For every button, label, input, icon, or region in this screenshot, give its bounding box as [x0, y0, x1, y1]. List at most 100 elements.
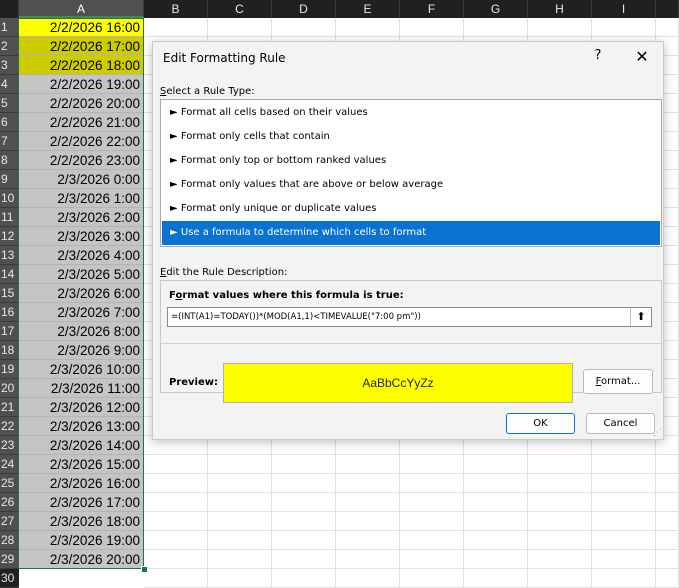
grid-cell[interactable]	[208, 455, 272, 474]
cell-a[interactable]: 2/3/2026 13:00	[19, 417, 143, 436]
cell-a[interactable]: 2/3/2026 7:00	[19, 303, 143, 322]
grid-cell[interactable]	[464, 550, 528, 569]
cell-a[interactable]: 2/2/2026 16:00	[19, 18, 143, 37]
formula-input[interactable]: =(INT(A1)=TODAY())*(MOD(A1,1)<TIMEVALUE(…	[167, 307, 652, 327]
row-header[interactable]: 10	[0, 189, 19, 208]
grid-cell[interactable]	[208, 531, 272, 550]
grid-cell[interactable]	[144, 531, 208, 550]
row-header[interactable]: 3	[0, 56, 19, 75]
grid-cell[interactable]	[528, 18, 592, 37]
grid-cell[interactable]	[400, 512, 464, 531]
row-header[interactable]: 11	[0, 208, 19, 227]
cell-a[interactable]: 2/3/2026 5:00	[19, 265, 143, 284]
cell-a[interactable]: 2/2/2026 19:00	[19, 75, 143, 94]
grid-cell[interactable]	[272, 512, 336, 531]
column-header-i[interactable]: I	[592, 0, 656, 18]
row-header[interactable]: 24	[0, 455, 19, 474]
cell-a[interactable]: 2/3/2026 16:00	[19, 474, 143, 493]
row-header[interactable]: 6	[0, 113, 19, 132]
cancel-button[interactable]: Cancel	[586, 413, 655, 434]
cell-a[interactable]: 2/3/2026 2:00	[19, 208, 143, 227]
grid-cell[interactable]	[336, 18, 400, 37]
grid-cell[interactable]	[528, 493, 592, 512]
grid-cell[interactable]	[144, 455, 208, 474]
grid-cell[interactable]	[208, 493, 272, 512]
grid-cell[interactable]	[144, 512, 208, 531]
grid-cell[interactable]	[144, 18, 208, 37]
cell-a[interactable]: 2/3/2026 11:00	[19, 379, 143, 398]
grid-cell[interactable]	[528, 512, 592, 531]
rule-type-list[interactable]: ► Format all cells based on their values…	[160, 99, 662, 247]
cell-a[interactable]: 2/2/2026 23:00	[19, 151, 143, 170]
grid-cell[interactable]	[144, 493, 208, 512]
grid-cell[interactable]	[272, 493, 336, 512]
grid-cell[interactable]	[528, 531, 592, 550]
grid-cell[interactable]	[208, 18, 272, 37]
column-header-h[interactable]: H	[528, 0, 592, 18]
ok-button[interactable]: OK	[506, 413, 575, 434]
row-header[interactable]: 26	[0, 493, 19, 512]
grid-cell[interactable]	[272, 18, 336, 37]
grid-cell[interactable]	[656, 493, 679, 512]
cell-a[interactable]: 2/3/2026 12:00	[19, 398, 143, 417]
grid-cell[interactable]	[272, 550, 336, 569]
grid-cell[interactable]	[464, 493, 528, 512]
grid-cell[interactable]	[208, 474, 272, 493]
grid-cell[interactable]	[336, 550, 400, 569]
row-header[interactable]: 23	[0, 436, 19, 455]
cell-a[interactable]: 2/3/2026 19:00	[19, 531, 143, 550]
rule-type-item[interactable]: ► Format all cells based on their values	[162, 101, 660, 125]
row-header[interactable]: 12	[0, 227, 19, 246]
grid-cell[interactable]	[272, 474, 336, 493]
grid-cell[interactable]	[528, 455, 592, 474]
grid-cell[interactable]	[336, 474, 400, 493]
grid-cell[interactable]	[528, 550, 592, 569]
cell-a[interactable]: 2/3/2026 4:00	[19, 246, 143, 265]
grid-cell[interactable]	[656, 455, 679, 474]
grid-cell[interactable]	[208, 550, 272, 569]
grid-cell[interactable]	[400, 550, 464, 569]
cell-a[interactable]: 2/2/2026 21:00	[19, 113, 143, 132]
close-icon[interactable]: ✕	[631, 47, 653, 67]
row-header[interactable]: 14	[0, 265, 19, 284]
format-button[interactable]: Format...	[583, 369, 653, 394]
grid-cell[interactable]	[592, 474, 656, 493]
column-header-g[interactable]: G	[464, 0, 528, 18]
grid-cell[interactable]	[144, 474, 208, 493]
row-header[interactable]: 13	[0, 246, 19, 265]
grid-cell[interactable]	[656, 531, 679, 550]
cell-a[interactable]: 2/3/2026 17:00	[19, 493, 143, 512]
grid-cell[interactable]	[400, 493, 464, 512]
column-header-f[interactable]: F	[400, 0, 464, 18]
grid-cell[interactable]	[400, 474, 464, 493]
grid-cell[interactable]	[592, 493, 656, 512]
cell-a[interactable]: 2/3/2026 1:00	[19, 189, 143, 208]
grid-cell[interactable]	[656, 474, 679, 493]
cell-a[interactable]: 2/3/2026 9:00	[19, 341, 143, 360]
resize-grip-icon[interactable]: ⋰	[653, 429, 662, 438]
rule-type-item[interactable]: ► Format only values that are above or b…	[162, 173, 660, 197]
collapse-dialog-icon[interactable]: ⬆	[630, 308, 651, 326]
cell-a[interactable]: 2/2/2026 20:00	[19, 94, 143, 113]
cell-a[interactable]: 2/3/2026 8:00	[19, 322, 143, 341]
grid-cell[interactable]	[656, 512, 679, 531]
grid-cell[interactable]	[592, 18, 656, 37]
row-header[interactable]: 21	[0, 398, 19, 417]
grid-cell[interactable]	[656, 550, 679, 569]
column-header-partial[interactable]	[656, 0, 679, 18]
cell-a[interactable]: 2/2/2026 18:00	[19, 56, 143, 75]
row-header[interactable]: 2	[0, 37, 19, 56]
rule-type-item[interactable]: ► Format only top or bottom ranked value…	[162, 149, 660, 173]
grid-cell[interactable]	[336, 455, 400, 474]
grid-cell[interactable]	[400, 531, 464, 550]
row-header[interactable]: 29	[0, 550, 19, 569]
cell-a[interactable]: 2/3/2026 6:00	[19, 284, 143, 303]
grid-cell[interactable]	[592, 455, 656, 474]
row-header[interactable]: 28	[0, 531, 19, 550]
grid-cell[interactable]	[464, 474, 528, 493]
cell-a[interactable]: 2/3/2026 3:00	[19, 227, 143, 246]
grid-cell[interactable]	[592, 512, 656, 531]
row-header[interactable]: 22	[0, 417, 19, 436]
grid-cell[interactable]	[464, 18, 528, 37]
grid-cell[interactable]	[336, 531, 400, 550]
